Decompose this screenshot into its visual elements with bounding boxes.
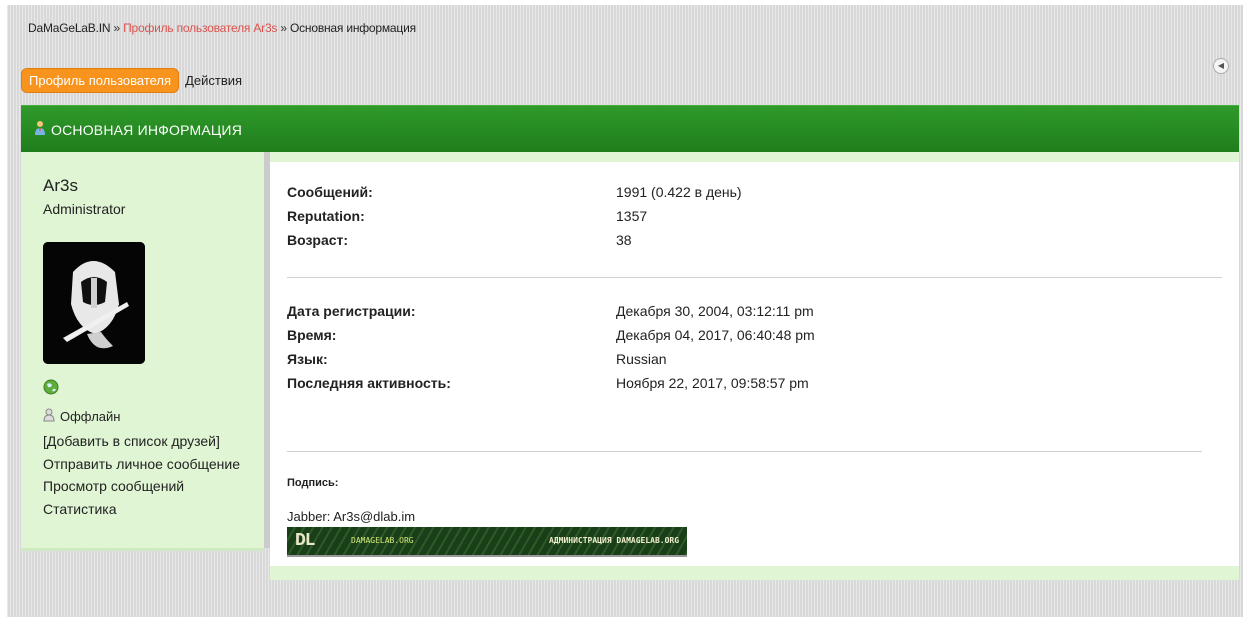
tab-actions[interactable]: Действия [179,69,248,92]
user-role: Administrator [43,201,126,217]
stat-label: Возраст: [287,232,349,248]
stat-label: Сообщений: [287,184,373,200]
user-icon [33,120,47,139]
online-status: Оффлайн [43,408,120,425]
view-posts-link[interactable]: Просмотр сообщений [43,475,240,498]
signature-banner[interactable]: DL DAMAGELAB.ORG АДМИНИСТРАЦИЯ DAMAGELAB… [287,527,687,557]
stat-value: 38 [616,232,632,248]
detail-label: Язык: [287,351,328,367]
banner-admin-text: АДМИНИСТРАЦИЯ DAMAGELAB.ORG [549,536,680,545]
collapse-toggle-icon[interactable]: ◀ [1213,58,1229,74]
status-text: Оффлайн [60,409,121,424]
username: Ar3s [43,176,78,195]
signature-text: Jabber: Ar3s@dlab.im [287,509,416,524]
breadcrumb: DaMaGeLaB.IN » Профиль пользователя Ar3s… [28,21,416,35]
stat-value: 1357 [616,208,648,224]
banner-site-text: DAMAGELAB.ORG [351,536,414,545]
breadcrumb-separator: » [113,21,120,35]
user-details-panel: Сообщений: 1991 (0.422 в день) Reputatio… [270,152,1239,580]
breadcrumb-profile-link[interactable]: Профиль пользователя Ar3s [123,21,277,35]
send-pm-link[interactable]: Отправить личное сообщение [43,453,240,476]
detail-value: Ноября 22, 2017, 09:58:57 pm [616,375,809,391]
detail-value: Декабря 04, 2017, 06:40:48 pm [616,327,815,343]
detail-label: Последняя активность: [287,375,451,391]
stat-value: 1991 (0.422 в день) [616,184,742,200]
detail-label: Время: [287,327,337,343]
user-action-links: [Добавить в список друзей] Отправить лич… [43,430,240,520]
detail-value: Russian [616,351,667,367]
profile-tabs: Профиль пользователя Действия [21,68,248,93]
add-friend-link[interactable]: [Добавить в список друзей] [43,430,240,453]
breadcrumb-current: Основная информация [289,21,416,35]
panel-title-bar: ОСНОВНАЯ ИНФОРМАЦИЯ [21,105,1239,153]
page-background: DaMaGeLaB.IN » Профиль пользователя Ar3s… [7,5,1243,617]
stat-label: Reputation: [287,208,365,224]
divider [287,277,1222,278]
panel-title: ОСНОВНАЯ ИНФОРМАЦИЯ [51,121,243,138]
signature-label: Подпись: [287,477,339,489]
statistics-link[interactable]: Статистика [43,498,240,521]
divider [287,451,1202,452]
website-globe-icon[interactable] [43,379,59,400]
user-summary-panel: Ar3s Administrator Оффлайн [Добавить в с… [21,152,264,551]
detail-label: Дата регистрации: [287,303,416,319]
detail-value: Декабря 30, 2004, 03:12:11 pm [616,303,814,319]
breadcrumb-site[interactable]: DaMaGeLaB.IN [28,21,111,35]
banner-logo: DL [295,531,316,551]
offline-user-icon [43,408,55,425]
breadcrumb-separator: » [280,21,287,35]
avatar [43,242,145,364]
tab-profile[interactable]: Профиль пользователя [21,68,180,93]
